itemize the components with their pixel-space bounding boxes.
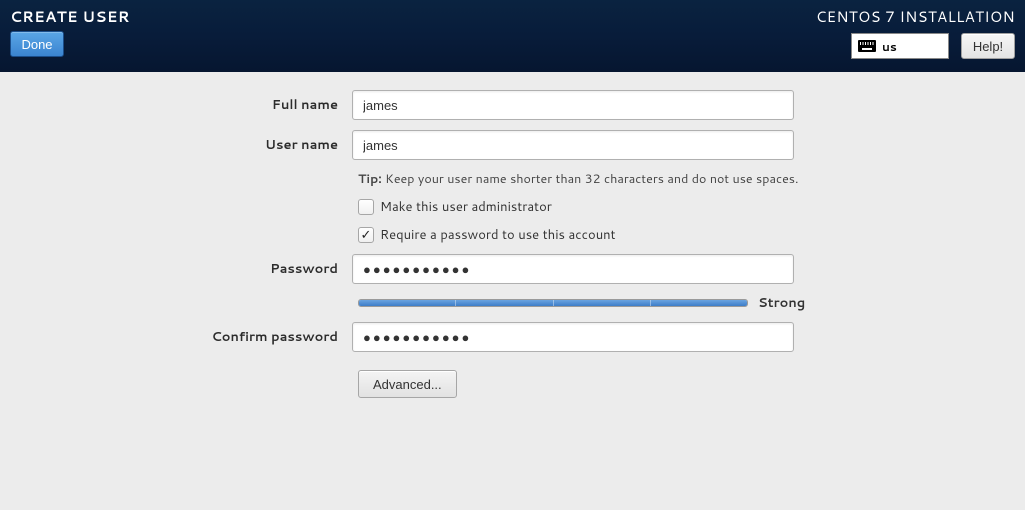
password-row: Password	[0, 254, 1025, 284]
strength-segment	[359, 300, 456, 306]
install-title: CENTOS 7 INSTALLATION	[816, 6, 1015, 27]
full-name-row: Full name	[0, 90, 1025, 120]
keyboard-layout-text: us	[882, 38, 897, 55]
header-right: CENTOS 7 INSTALLATION us Help!	[816, 6, 1015, 64]
header-left: CREATE USER Done	[10, 6, 130, 64]
done-button[interactable]: Done	[10, 31, 64, 57]
confirm-password-label: Confirm password	[0, 328, 352, 346]
admin-checkbox-row: Make this user administrator	[358, 198, 1025, 216]
user-name-label: User name	[0, 136, 352, 154]
user-name-input[interactable]	[352, 130, 794, 160]
admin-checkbox[interactable]	[358, 199, 374, 215]
admin-checkbox-label: Make this user administrator	[380, 198, 552, 216]
require-password-label: Require a password to use this account	[380, 226, 616, 244]
strength-segment	[651, 300, 747, 306]
page-title: CREATE USER	[10, 6, 130, 27]
confirm-password-input[interactable]	[352, 322, 794, 352]
header-controls: us Help!	[851, 33, 1015, 59]
tip-label: Tip:	[358, 170, 382, 188]
require-password-checkbox[interactable]	[358, 227, 374, 243]
tip-text: Keep your user name shorter than 32 char…	[382, 170, 799, 188]
header-bar: CREATE USER Done CENTOS 7 INSTALLATION u…	[0, 0, 1025, 72]
tip-row: Tip: Keep your user name shorter than 32…	[358, 170, 1025, 188]
password-label: Password	[0, 260, 352, 278]
strength-segment	[456, 300, 553, 306]
password-input[interactable]	[352, 254, 794, 284]
confirm-password-row: Confirm password	[0, 322, 1025, 352]
full-name-input[interactable]	[352, 90, 794, 120]
keyboard-icon	[858, 40, 876, 52]
help-button[interactable]: Help!	[961, 33, 1015, 59]
password-strength-row: Strong	[358, 294, 1025, 312]
password-strength-label: Strong	[758, 294, 805, 312]
advanced-button[interactable]: Advanced...	[358, 370, 457, 398]
password-strength-bar	[358, 299, 748, 307]
require-password-row: Require a password to use this account	[358, 226, 1025, 244]
full-name-label: Full name	[0, 96, 352, 114]
keyboard-layout-indicator[interactable]: us	[851, 33, 949, 59]
form-content: Full name User name Tip: Keep your user …	[0, 72, 1025, 398]
user-name-row: User name	[0, 130, 1025, 160]
strength-segment	[554, 300, 651, 306]
